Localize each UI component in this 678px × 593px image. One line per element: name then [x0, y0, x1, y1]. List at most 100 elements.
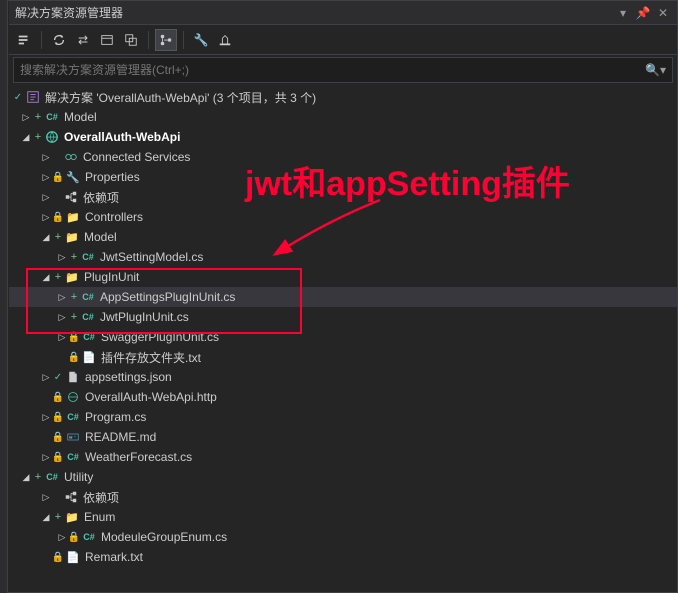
lock-icon: 🔒 [53, 452, 63, 463]
tree-item[interactable]: ▷ 依赖项 [9, 187, 677, 207]
tree-item[interactable]: ◢ + 📁 PlugInUnit [9, 267, 677, 287]
web-project-icon [44, 129, 60, 145]
add-icon: + [33, 131, 43, 143]
tree-view-icon[interactable] [155, 29, 177, 51]
item-label: WeatherForecast.cs [85, 450, 192, 464]
lock-icon: 🔒 [53, 432, 63, 443]
item-label: PlugInUnit [84, 270, 139, 284]
show-all-icon[interactable] [120, 29, 142, 51]
item-label: ModeuleGroupEnum.cs [101, 530, 227, 544]
item-label: AppSettingsPlugInUnit.cs [100, 290, 235, 304]
tree-item[interactable]: ▷ + C# Model [9, 107, 677, 127]
expander-icon[interactable]: ▷ [39, 150, 53, 164]
search-input[interactable] [20, 63, 639, 77]
expander-open-icon[interactable]: ◢ [39, 270, 53, 284]
text-file-icon: 📄 [81, 349, 97, 365]
dependencies-icon [63, 489, 79, 505]
tree-item[interactable]: ◢ + OverallAuth-WebApi [9, 127, 677, 147]
csharp-project-icon: C# [44, 109, 60, 125]
folder-icon: 📁 [64, 509, 80, 525]
tree-item[interactable]: ▷ 🔒 C# Program.cs [9, 407, 677, 427]
tree-item[interactable]: ▷ + C# JwtSettingModel.cs [9, 247, 677, 267]
csharp-file-icon: C# [81, 329, 97, 345]
edit-icon: ✓ [53, 372, 63, 383]
expander-icon[interactable]: ▷ [39, 370, 53, 384]
sync-icon[interactable] [48, 29, 70, 51]
expander-icon[interactable]: ▷ [55, 310, 69, 324]
expander-open-icon[interactable]: ◢ [19, 130, 33, 144]
lock-icon: 🔒 [53, 552, 63, 563]
tree-item[interactable]: ◢ + C# Utility [9, 467, 677, 487]
git-check-icon: ✓ [13, 92, 23, 103]
tree-item[interactable]: ▷ Connected Services [9, 147, 677, 167]
preview-icon[interactable] [214, 29, 236, 51]
item-label: Controllers [85, 210, 143, 224]
expander-open-icon[interactable]: ◢ [39, 230, 53, 244]
tree-item[interactable]: ▷ 🔒 C# WeatherForecast.cs [9, 447, 677, 467]
separator [183, 31, 184, 49]
item-label: Utility [64, 470, 93, 484]
tree-item[interactable]: 🔒 📄 Remark.txt [9, 547, 677, 567]
tree-item[interactable]: 🔒 README.md [9, 427, 677, 447]
solution-label: 解决方案 'OverallAuth-WebApi' (3 个项目，共 3 个) [45, 89, 316, 106]
tree-item[interactable]: ◢ + 📁 Model [9, 227, 677, 247]
item-label: Model [64, 110, 97, 124]
item-label: README.md [85, 430, 156, 444]
tree-item[interactable]: ▷ 🔒 C# ModeuleGroupEnum.cs [9, 527, 677, 547]
tree-item[interactable]: ▷ 依赖项 [9, 487, 677, 507]
item-label: Remark.txt [85, 550, 143, 564]
add-icon: + [69, 251, 79, 263]
csharp-file-icon: C# [65, 409, 81, 425]
expander-icon[interactable]: ▷ [39, 190, 53, 204]
home-icon[interactable] [13, 29, 35, 51]
connected-services-icon [63, 149, 79, 165]
solution-node[interactable]: ✓ 解决方案 'OverallAuth-WebApi' (3 个项目，共 3 个… [9, 87, 677, 107]
csharp-file-icon: C# [80, 249, 96, 265]
dependencies-icon [63, 189, 79, 205]
tree-item[interactable]: 🔒 📄 插件存放文件夹.txt [9, 347, 677, 367]
panel-title-bar: 解决方案资源管理器 ▾ 📌 ✕ [9, 1, 677, 25]
lock-icon: 🔒 [53, 172, 63, 183]
tree-item[interactable]: ▷ + C# JwtPlugInUnit.cs [9, 307, 677, 327]
folder-icon: 📁 [64, 229, 80, 245]
tree-item[interactable]: ▷ 🔒 C# SwaggerPlugInUnit.cs [9, 327, 677, 347]
csharp-project-icon: C# [44, 469, 60, 485]
switch-icon[interactable]: ⇄ [72, 29, 94, 51]
add-icon: + [69, 291, 79, 303]
collapse-icon[interactable] [96, 29, 118, 51]
expander-icon[interactable]: ▷ [55, 290, 69, 304]
lock-icon: 🔒 [69, 532, 79, 543]
toolbar: ⇄ 🔧 [9, 25, 677, 55]
tree-item[interactable]: ▷ 🔒 🔧 Properties [9, 167, 677, 187]
tree-item[interactable]: ◢ + 📁 Enum [9, 507, 677, 527]
expander-icon[interactable]: ▷ [55, 250, 69, 264]
lock-icon: 🔒 [53, 412, 63, 423]
expander-open-icon[interactable]: ◢ [39, 510, 53, 524]
close-icon[interactable]: ✕ [655, 5, 671, 21]
search-bar[interactable]: 🔍▾ [13, 57, 673, 83]
search-icon[interactable]: 🔍▾ [639, 63, 666, 77]
folder-icon: 📁 [65, 209, 81, 225]
item-label: 依赖项 [83, 489, 119, 506]
item-label: Enum [84, 510, 115, 524]
expander-icon[interactable]: ▷ [39, 490, 53, 504]
json-file-icon [65, 369, 81, 385]
properties-icon: 🔧 [65, 169, 81, 185]
tree-item[interactable]: 🔒 OverallAuth-WebApi.http [9, 387, 677, 407]
properties-icon[interactable]: 🔧 [190, 29, 212, 51]
add-icon: + [69, 311, 79, 323]
item-label: JwtPlugInUnit.cs [100, 310, 189, 324]
csharp-file-icon: C# [80, 289, 96, 305]
tree-item[interactable]: ▷ 🔒 📁 Controllers [9, 207, 677, 227]
dropdown-icon[interactable]: ▾ [615, 5, 631, 21]
item-label: 依赖项 [83, 189, 119, 206]
csharp-file-icon: C# [81, 529, 97, 545]
tree-item[interactable]: ▷ ✓ appsettings.json [9, 367, 677, 387]
item-label: Program.cs [85, 410, 146, 424]
expander-open-icon[interactable]: ◢ [19, 470, 33, 484]
tree-item-selected[interactable]: ▷ + C# AppSettingsPlugInUnit.cs [9, 287, 677, 307]
pin-icon[interactable]: 📌 [635, 5, 651, 21]
expander-icon[interactable]: ▷ [19, 110, 33, 124]
item-label: Model [84, 230, 117, 244]
lock-icon: 🔒 [69, 332, 79, 343]
